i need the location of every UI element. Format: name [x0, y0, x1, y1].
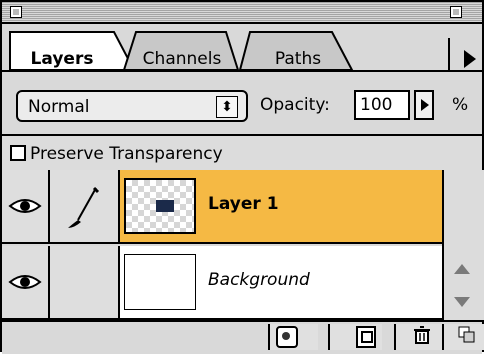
layer-name-background: Background — [208, 270, 310, 290]
opacity-field[interactable]: 100 — [354, 90, 410, 120]
menu-arrow-icon[interactable] — [464, 50, 476, 68]
trash-icon[interactable] — [414, 326, 430, 344]
tab-layers-label: Layers — [30, 49, 94, 69]
layer-visibility-toggle[interactable] — [2, 170, 50, 242]
layer-row-background[interactable]: Background — [2, 246, 442, 320]
palette-titlebar[interactable] — [2, 2, 482, 24]
select-arrows-icon: ⬍ — [216, 96, 238, 118]
blend-mode-select[interactable]: Normal ⬍ — [16, 90, 248, 122]
new-layer-icon[interactable] — [356, 326, 376, 348]
preserve-transparency-row: Preserve Transparency — [2, 134, 482, 172]
thumbnail-content — [156, 200, 174, 212]
layer-row-layer1[interactable]: Layer 1 — [2, 170, 442, 244]
tab-layers[interactable]: Layers — [10, 46, 114, 72]
background-link-toggle[interactable] — [50, 246, 120, 318]
scroll-down-icon[interactable] — [454, 297, 470, 307]
layer-name-layer1: Layer 1 — [208, 194, 279, 214]
layer-mask-icon[interactable] — [276, 326, 298, 348]
tab-paths-label: Paths — [274, 49, 322, 69]
layers-palette: Layers Channels Paths Normal ⬍ Opacity: … — [0, 0, 484, 354]
preserve-transparency-checkbox[interactable] — [10, 145, 26, 161]
background-thumbnail — [124, 254, 196, 310]
tab-channels[interactable]: Channels — [134, 46, 230, 72]
blend-mode-value: Normal — [28, 97, 90, 117]
tab-paths[interactable]: Paths — [252, 46, 344, 72]
eye-icon — [8, 199, 42, 213]
scroll-up-icon[interactable] — [454, 264, 470, 274]
tab-channels-label: Channels — [142, 49, 222, 69]
layer-thumbnail — [124, 178, 196, 234]
opacity-label: Opacity: — [260, 95, 330, 115]
opacity-slider-button[interactable] — [414, 90, 434, 120]
close-box-icon[interactable] — [10, 6, 22, 18]
menu-divider — [448, 38, 450, 72]
paintbrush-icon — [68, 186, 100, 228]
eye-icon — [8, 275, 42, 289]
background-visibility-toggle[interactable] — [2, 246, 50, 318]
opacity-unit: % — [452, 95, 469, 115]
layer-link-toggle[interactable] — [50, 170, 120, 242]
resize-handle-icon[interactable] — [458, 326, 476, 344]
zoom-box-icon[interactable] — [450, 6, 462, 18]
preserve-transparency-label: Preserve Transparency — [30, 144, 223, 164]
